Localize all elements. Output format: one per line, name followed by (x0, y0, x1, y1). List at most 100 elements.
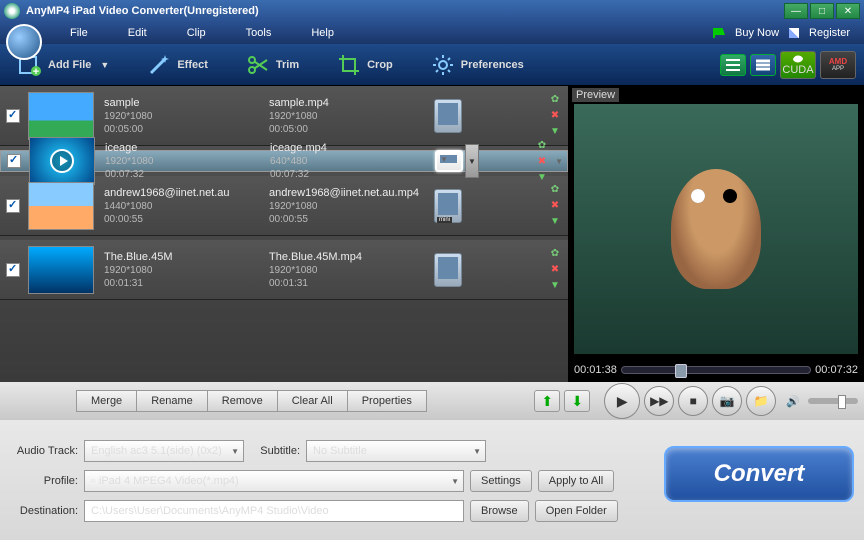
subtitle-label: Subtitle: (250, 445, 300, 457)
close-button[interactable]: ✕ (836, 3, 860, 19)
output-dim: 1920*1080 (269, 201, 434, 212)
file-row[interactable]: The.Blue.45M1920*108000:01:31 The.Blue.4… (0, 240, 568, 300)
open-folder-button[interactable]: 📁 (746, 386, 776, 416)
file-dur: 00:01:31 (104, 278, 269, 289)
row-checkbox[interactable] (7, 154, 21, 168)
row-down-icon[interactable]: ▼ (535, 170, 549, 184)
thumbnail[interactable] (28, 246, 94, 294)
subtitle-select[interactable]: No Subtitle (306, 440, 486, 462)
device-icon[interactable] (434, 253, 462, 287)
cuda-badge: CUDA (780, 51, 816, 79)
row-remove-icon[interactable]: ✖ (548, 199, 562, 213)
preview-frame[interactable] (574, 104, 858, 354)
profile-select[interactable]: ▫iPad 4 MPEG4 Video(*.mp4) (84, 470, 464, 492)
row-settings-icon[interactable]: ✿ (548, 247, 562, 261)
volume-slider[interactable] (808, 398, 858, 404)
device-icon[interactable] (434, 189, 462, 223)
row-checkbox[interactable] (6, 199, 20, 213)
scissors-icon (246, 53, 270, 77)
minimize-button[interactable]: — (784, 3, 808, 19)
svg-text:+: + (33, 66, 39, 77)
maximize-button[interactable]: □ (810, 3, 834, 19)
apply-to-all-button[interactable]: Apply to All (538, 470, 614, 492)
fast-forward-button[interactable]: ▶▶ (644, 386, 674, 416)
row-remove-icon[interactable]: ✖ (535, 154, 549, 168)
rename-button[interactable]: Rename (136, 390, 208, 412)
remove-button[interactable]: Remove (207, 390, 278, 412)
menu-clip[interactable]: Clip (167, 24, 226, 42)
settings-button[interactable]: Settings (470, 470, 532, 492)
register-link[interactable]: Register (803, 25, 856, 41)
file-dim: 1920*1080 (105, 156, 270, 167)
row-settings-icon[interactable]: ✿ (548, 183, 562, 197)
row-remove-icon[interactable]: ✖ (548, 109, 562, 123)
row-settings-icon[interactable]: ✿ (548, 93, 562, 107)
effect-button[interactable]: Effect (137, 49, 218, 81)
open-dest-folder-button[interactable]: Open Folder (535, 500, 618, 522)
output-dim: 1920*1080 (269, 111, 434, 122)
cart-icon (713, 28, 725, 38)
stop-button[interactable]: ■ (678, 386, 708, 416)
crop-button[interactable]: Crop (327, 49, 403, 81)
properties-button[interactable]: Properties (347, 390, 427, 412)
row-down-icon[interactable]: ▼ (548, 215, 562, 229)
output-dur: 00:00:55 (269, 214, 434, 225)
row-down-icon[interactable]: ▼ (548, 125, 562, 139)
file-dim: 1920*1080 (104, 111, 269, 122)
file-dur: 00:05:00 (104, 124, 269, 135)
volume-icon[interactable]: 🔊 (786, 395, 800, 408)
menu-help[interactable]: Help (291, 24, 354, 42)
file-dur: 00:07:32 (105, 169, 270, 180)
destination-label: Destination: (10, 505, 78, 517)
preview-image (671, 169, 761, 289)
device-icon[interactable] (434, 99, 462, 133)
thumbnail[interactable] (28, 182, 94, 230)
trim-button[interactable]: Trim (236, 49, 309, 81)
output-name: sample.mp4 (269, 97, 434, 109)
merge-button[interactable]: Merge (76, 390, 137, 412)
preferences-button[interactable]: Preferences (421, 49, 534, 81)
app-title: AnyMP4 iPad Video Converter(Unregistered… (26, 5, 259, 17)
output-name: iceage.mp4 (270, 142, 435, 154)
settings-panel: Audio Track: English ac3 5.1(side) (0x2)… (0, 420, 864, 540)
row-checkbox[interactable] (6, 263, 20, 277)
menu-file[interactable]: File (50, 24, 108, 42)
menu-edit[interactable]: Edit (108, 24, 167, 42)
seek-slider[interactable] (621, 366, 811, 374)
row-settings-icon[interactable]: ✿ (535, 138, 549, 152)
time-current: 00:01:38 (574, 364, 617, 376)
menu-tools[interactable]: Tools (226, 24, 292, 42)
row-remove-icon[interactable]: ✖ (548, 263, 562, 277)
preview-panel: Preview 00:01:38 00:07:32 (568, 86, 864, 382)
convert-button[interactable]: Convert (664, 446, 854, 502)
row-down-icon[interactable]: ▼ (548, 279, 562, 293)
logo-icon (6, 24, 42, 60)
gear-icon (431, 53, 455, 77)
device-dropdown[interactable]: ▼ (465, 144, 479, 178)
move-up-button[interactable]: ⬆ (534, 390, 560, 412)
add-file-label: Add File (48, 59, 91, 71)
audio-track-select[interactable]: English ac3 5.1(side) (0x2) (84, 440, 244, 462)
file-dim: 1920*1080 (104, 265, 269, 276)
list-view-button[interactable] (720, 54, 746, 76)
snapshot-button[interactable]: 📷 (712, 386, 742, 416)
thumb-view-button[interactable] (750, 54, 776, 76)
destination-field[interactable]: C:\Users\User\Documents\AnyMP4 Studio\Vi… (84, 500, 464, 522)
move-down-button[interactable]: ⬇ (564, 390, 590, 412)
thumbnail[interactable] (28, 92, 94, 140)
buy-now-link[interactable]: Buy Now (729, 25, 785, 41)
action-bar: Merge Rename Remove Clear All Properties… (0, 382, 864, 420)
row-checkbox[interactable] (6, 109, 20, 123)
preferences-label: Preferences (461, 59, 524, 71)
output-dur: 00:07:32 (270, 169, 435, 180)
browse-button[interactable]: Browse (470, 500, 529, 522)
output-dim: 1920*1080 (269, 265, 434, 276)
file-row[interactable]: iceage1920*108000:07:32 iceage.mp4640*48… (0, 150, 568, 172)
device-icon[interactable] (435, 150, 463, 172)
file-row[interactable]: andrew1968@iinet.net.au1440*108000:00:55… (0, 176, 568, 236)
app-icon (4, 3, 20, 19)
clear-all-button[interactable]: Clear All (277, 390, 348, 412)
output-name: andrew1968@iinet.net.au.mp4 (269, 187, 434, 199)
thumbnail[interactable] (29, 137, 95, 185)
play-button[interactable]: ▶ (604, 383, 640, 419)
